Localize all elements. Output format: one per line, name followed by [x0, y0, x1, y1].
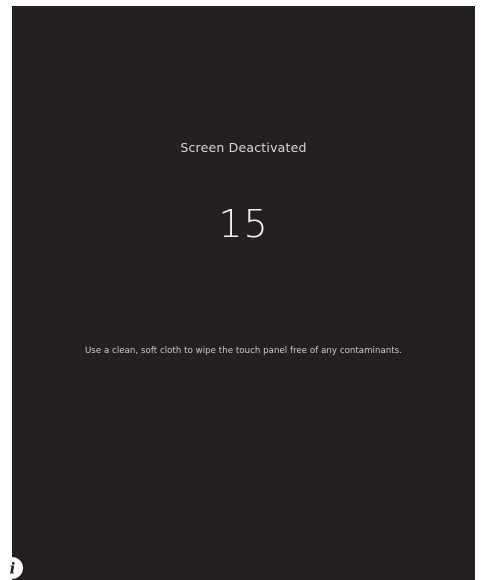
screen-title: Screen Deactivated: [180, 140, 307, 155]
countdown-timer: 15: [218, 202, 269, 246]
info-button[interactable]: i: [0, 556, 24, 580]
app-frame: Screen Deactivated 15 Use a clean, soft …: [0, 0, 482, 580]
info-icon: i: [1, 557, 23, 579]
info-icon-glyph: i: [10, 560, 16, 578]
cleaning-instruction: Use a clean, soft cloth to wipe the touc…: [84, 346, 403, 356]
deactivated-screen-panel: Screen Deactivated 15 Use a clean, soft …: [12, 6, 475, 580]
